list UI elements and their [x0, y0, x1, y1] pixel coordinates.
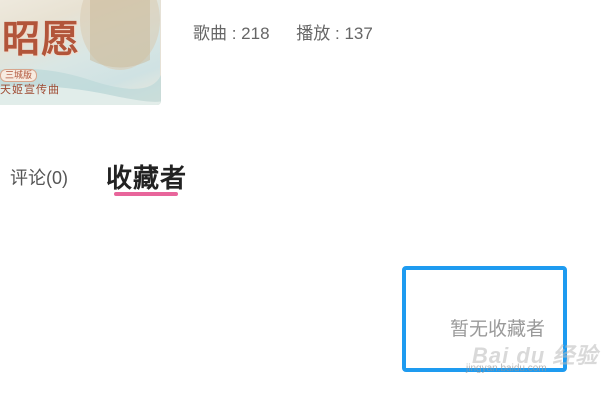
song-count: 歌曲 : 218 [193, 24, 270, 43]
playlist-stats: 歌曲 : 218 播放 : 137 [193, 19, 373, 44]
play-count: 播放 : 137 [296, 24, 373, 43]
cover-title: 昭愿 [2, 16, 81, 61]
tab-comments[interactable]: 评论(0) [10, 164, 68, 190]
tab-collectors[interactable]: 收藏者 [106, 158, 187, 195]
cover-subtitle: 天姬宣传曲 [0, 84, 60, 96]
empty-collectors-message: 暂无收藏者 [450, 319, 546, 340]
active-tab-indicator [114, 192, 178, 196]
page: 昭愿 三城版 天姬宣传曲 歌曲 : 218 播放 : 137 评论(0) 收藏者… [0, 0, 607, 405]
album-cover[interactable]: 昭愿 三城版 天姬宣传曲 [0, 0, 161, 105]
tab-bar: 评论(0) 收藏者 [0, 158, 607, 202]
